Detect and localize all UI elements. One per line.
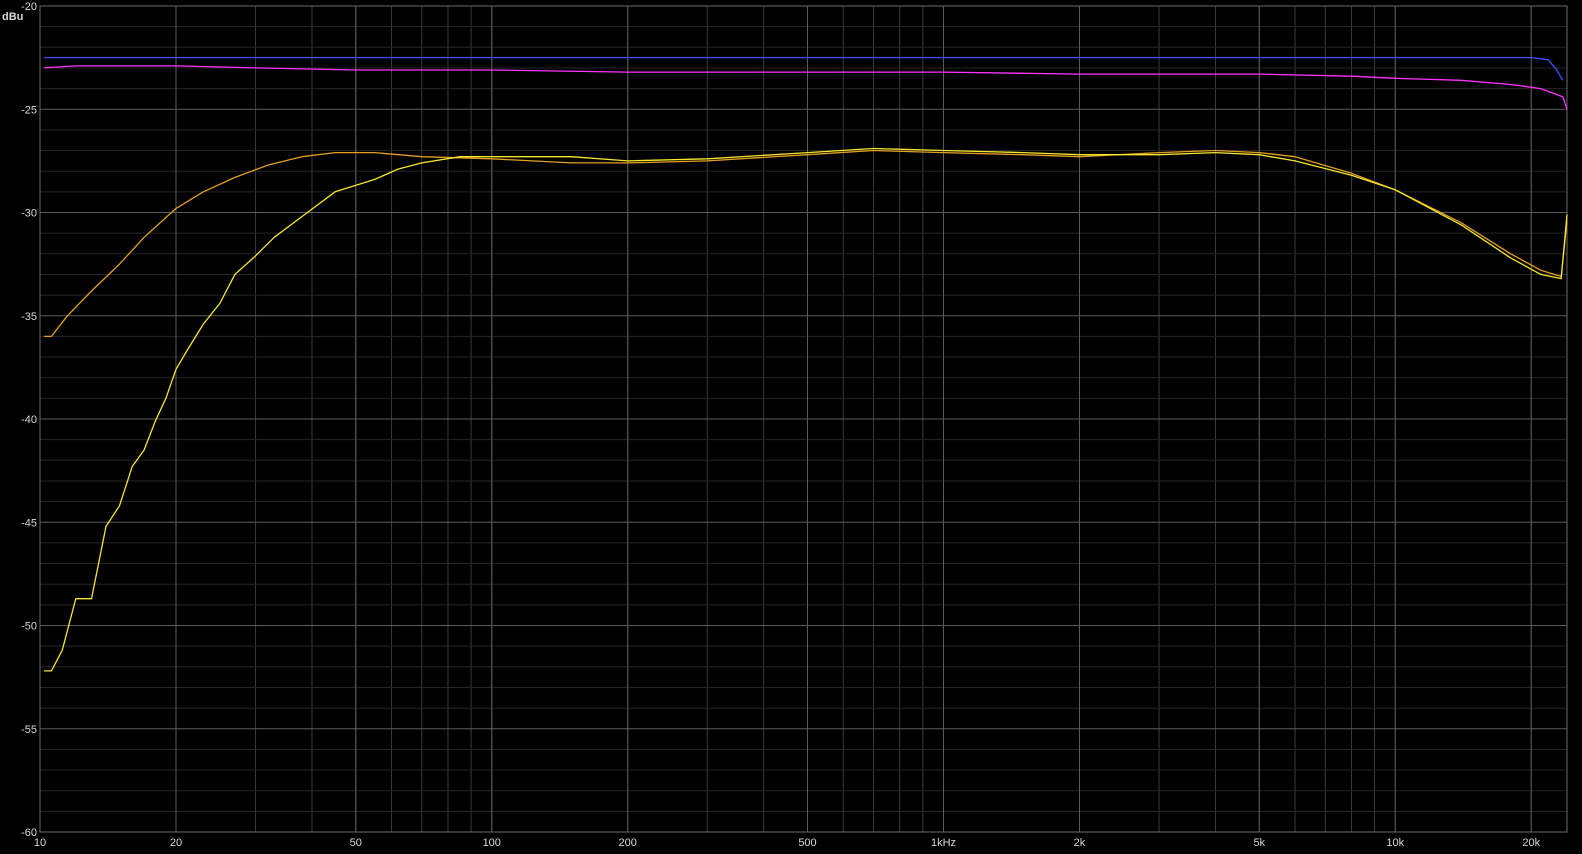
y-axis-unit-label: dBu xyxy=(2,11,23,23)
y-tick-label: -50 xyxy=(21,621,37,633)
y-tick-label: -55 xyxy=(21,724,37,736)
x-tick-label: 200 xyxy=(619,837,637,849)
x-tick-label: 2k xyxy=(1074,837,1086,849)
y-tick-label: -25 xyxy=(21,104,37,116)
y-tick-label: -20 xyxy=(21,1,37,13)
x-tick-label: 1kHz xyxy=(931,837,956,849)
x-tick-label: 100 xyxy=(483,837,501,849)
x-tick-label: 20k xyxy=(1522,837,1540,849)
x-tick-label: 50 xyxy=(350,837,362,849)
x-tick-label: 10k xyxy=(1386,837,1404,849)
y-tick-label: -45 xyxy=(21,517,37,529)
y-tick-label: -40 xyxy=(21,414,37,426)
x-tick-label: 20 xyxy=(170,837,182,849)
x-tick-label: 10 xyxy=(34,837,46,849)
frequency-response-chart: -20-25-30-35-40-45-50-55-60 10 20 50 100 200… xyxy=(0,0,1582,854)
plot-background xyxy=(0,0,1582,854)
y-tick-label: -35 xyxy=(21,311,37,323)
y-tick-label: -30 xyxy=(21,208,37,220)
x-tick-label: 500 xyxy=(798,837,816,849)
x-tick-label: 5k xyxy=(1253,837,1265,849)
